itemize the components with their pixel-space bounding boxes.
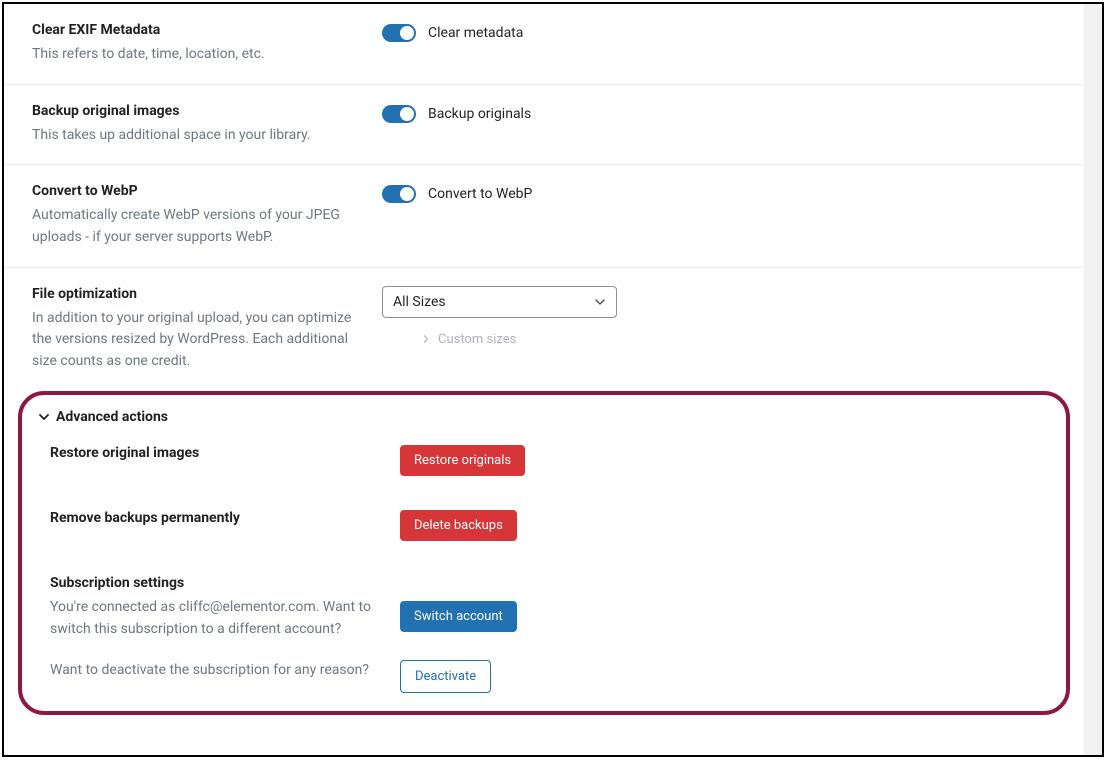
row-subscription: Subscription settings You're connected a… <box>36 565 1052 654</box>
subscription-title: Subscription settings <box>50 575 380 591</box>
row-convert-webp: Convert to WebP Automatically create Web… <box>4 165 1084 267</box>
fileopt-title: File optimization <box>32 286 362 302</box>
row-backup-control: Backup originals <box>382 103 1056 147</box>
fileopt-select-value: All Sizes <box>393 294 446 310</box>
row-clear-exif: Clear EXIF Metadata This refers to date,… <box>4 4 1084 85</box>
switch-account-button[interactable]: Switch account <box>400 601 517 632</box>
deactivate-label-col: Want to deactivate the subscription for … <box>50 660 400 693</box>
webp-title: Convert to WebP <box>32 183 362 199</box>
fileopt-desc: In addition to your original upload, you… <box>32 308 362 373</box>
chevron-down-icon <box>38 411 50 423</box>
custom-sizes-label: Custom sizes <box>438 332 516 347</box>
advanced-actions-title: Advanced actions <box>56 409 168 425</box>
backup-toggle-wrap: Backup originals <box>382 105 531 123</box>
row-backup-label: Backup original images This takes up add… <box>32 103 382 147</box>
backup-desc: This takes up additional space in your l… <box>32 125 362 147</box>
row-fileopt-label: File optimization In addition to your or… <box>32 286 382 373</box>
webp-desc: Automatically create WebP versions of yo… <box>32 205 362 248</box>
row-clear-exif-label: Clear EXIF Metadata This refers to date,… <box>32 22 382 66</box>
chevron-down-icon <box>594 296 606 308</box>
remove-backups-control: Delete backups <box>400 510 1038 541</box>
remove-backups-label-col: Remove backups permanently <box>50 510 400 541</box>
remove-backups-title: Remove backups permanently <box>50 510 380 526</box>
row-webp-control: Convert to WebP <box>382 183 1056 248</box>
row-fileopt-control: All Sizes Custom sizes <box>382 286 1056 373</box>
exif-title: Clear EXIF Metadata <box>32 22 362 38</box>
custom-sizes-row[interactable]: Custom sizes <box>422 332 516 347</box>
delete-backups-button[interactable]: Delete backups <box>400 510 517 541</box>
subscription-control: Switch account <box>400 575 1038 640</box>
webp-toggle-wrap: Convert to WebP <box>382 185 532 203</box>
backup-toggle[interactable] <box>382 105 416 123</box>
advanced-actions-header[interactable]: Advanced actions <box>36 405 1052 435</box>
advanced-actions-panel: Advanced actions Restore original images… <box>18 391 1070 715</box>
fileopt-select[interactable]: All Sizes <box>382 286 617 318</box>
backup-toggle-label: Backup originals <box>428 106 531 122</box>
webp-toggle[interactable] <box>382 185 416 203</box>
deactivate-desc: Want to deactivate the subscription for … <box>50 660 380 682</box>
chevron-right-icon <box>422 335 430 343</box>
restore-title: Restore original images <box>50 445 380 461</box>
deactivate-button[interactable]: Deactivate <box>400 660 491 693</box>
row-webp-label: Convert to WebP Automatically create Web… <box>32 183 382 248</box>
scrollbar-gutter[interactable] <box>1084 4 1102 755</box>
row-deactivate: Want to deactivate the subscription for … <box>36 654 1052 697</box>
row-remove-backups: Remove backups permanently Delete backup… <box>36 500 1052 565</box>
row-file-optimization: File optimization In addition to your or… <box>4 268 1084 391</box>
row-clear-exif-control: Clear metadata <box>382 22 1056 66</box>
exif-desc: This refers to date, time, location, etc… <box>32 44 362 66</box>
row-restore-originals: Restore original images Restore original… <box>36 435 1052 500</box>
exif-toggle[interactable] <box>382 24 416 42</box>
row-backup-originals: Backup original images This takes up add… <box>4 85 1084 166</box>
subscription-label-col: Subscription settings You're connected a… <box>50 575 400 640</box>
deactivate-control: Deactivate <box>400 660 1038 693</box>
restore-originals-button[interactable]: Restore originals <box>400 445 525 476</box>
exif-toggle-label: Clear metadata <box>428 25 523 41</box>
exif-toggle-wrap: Clear metadata <box>382 24 523 42</box>
subscription-desc: You're connected as cliffc@elementor.com… <box>50 597 380 640</box>
webp-toggle-label: Convert to WebP <box>428 186 532 202</box>
restore-label-col: Restore original images <box>50 445 400 476</box>
backup-title: Backup original images <box>32 103 362 119</box>
settings-content: Clear EXIF Metadata This refers to date,… <box>4 4 1084 755</box>
restore-control: Restore originals <box>400 445 1038 476</box>
